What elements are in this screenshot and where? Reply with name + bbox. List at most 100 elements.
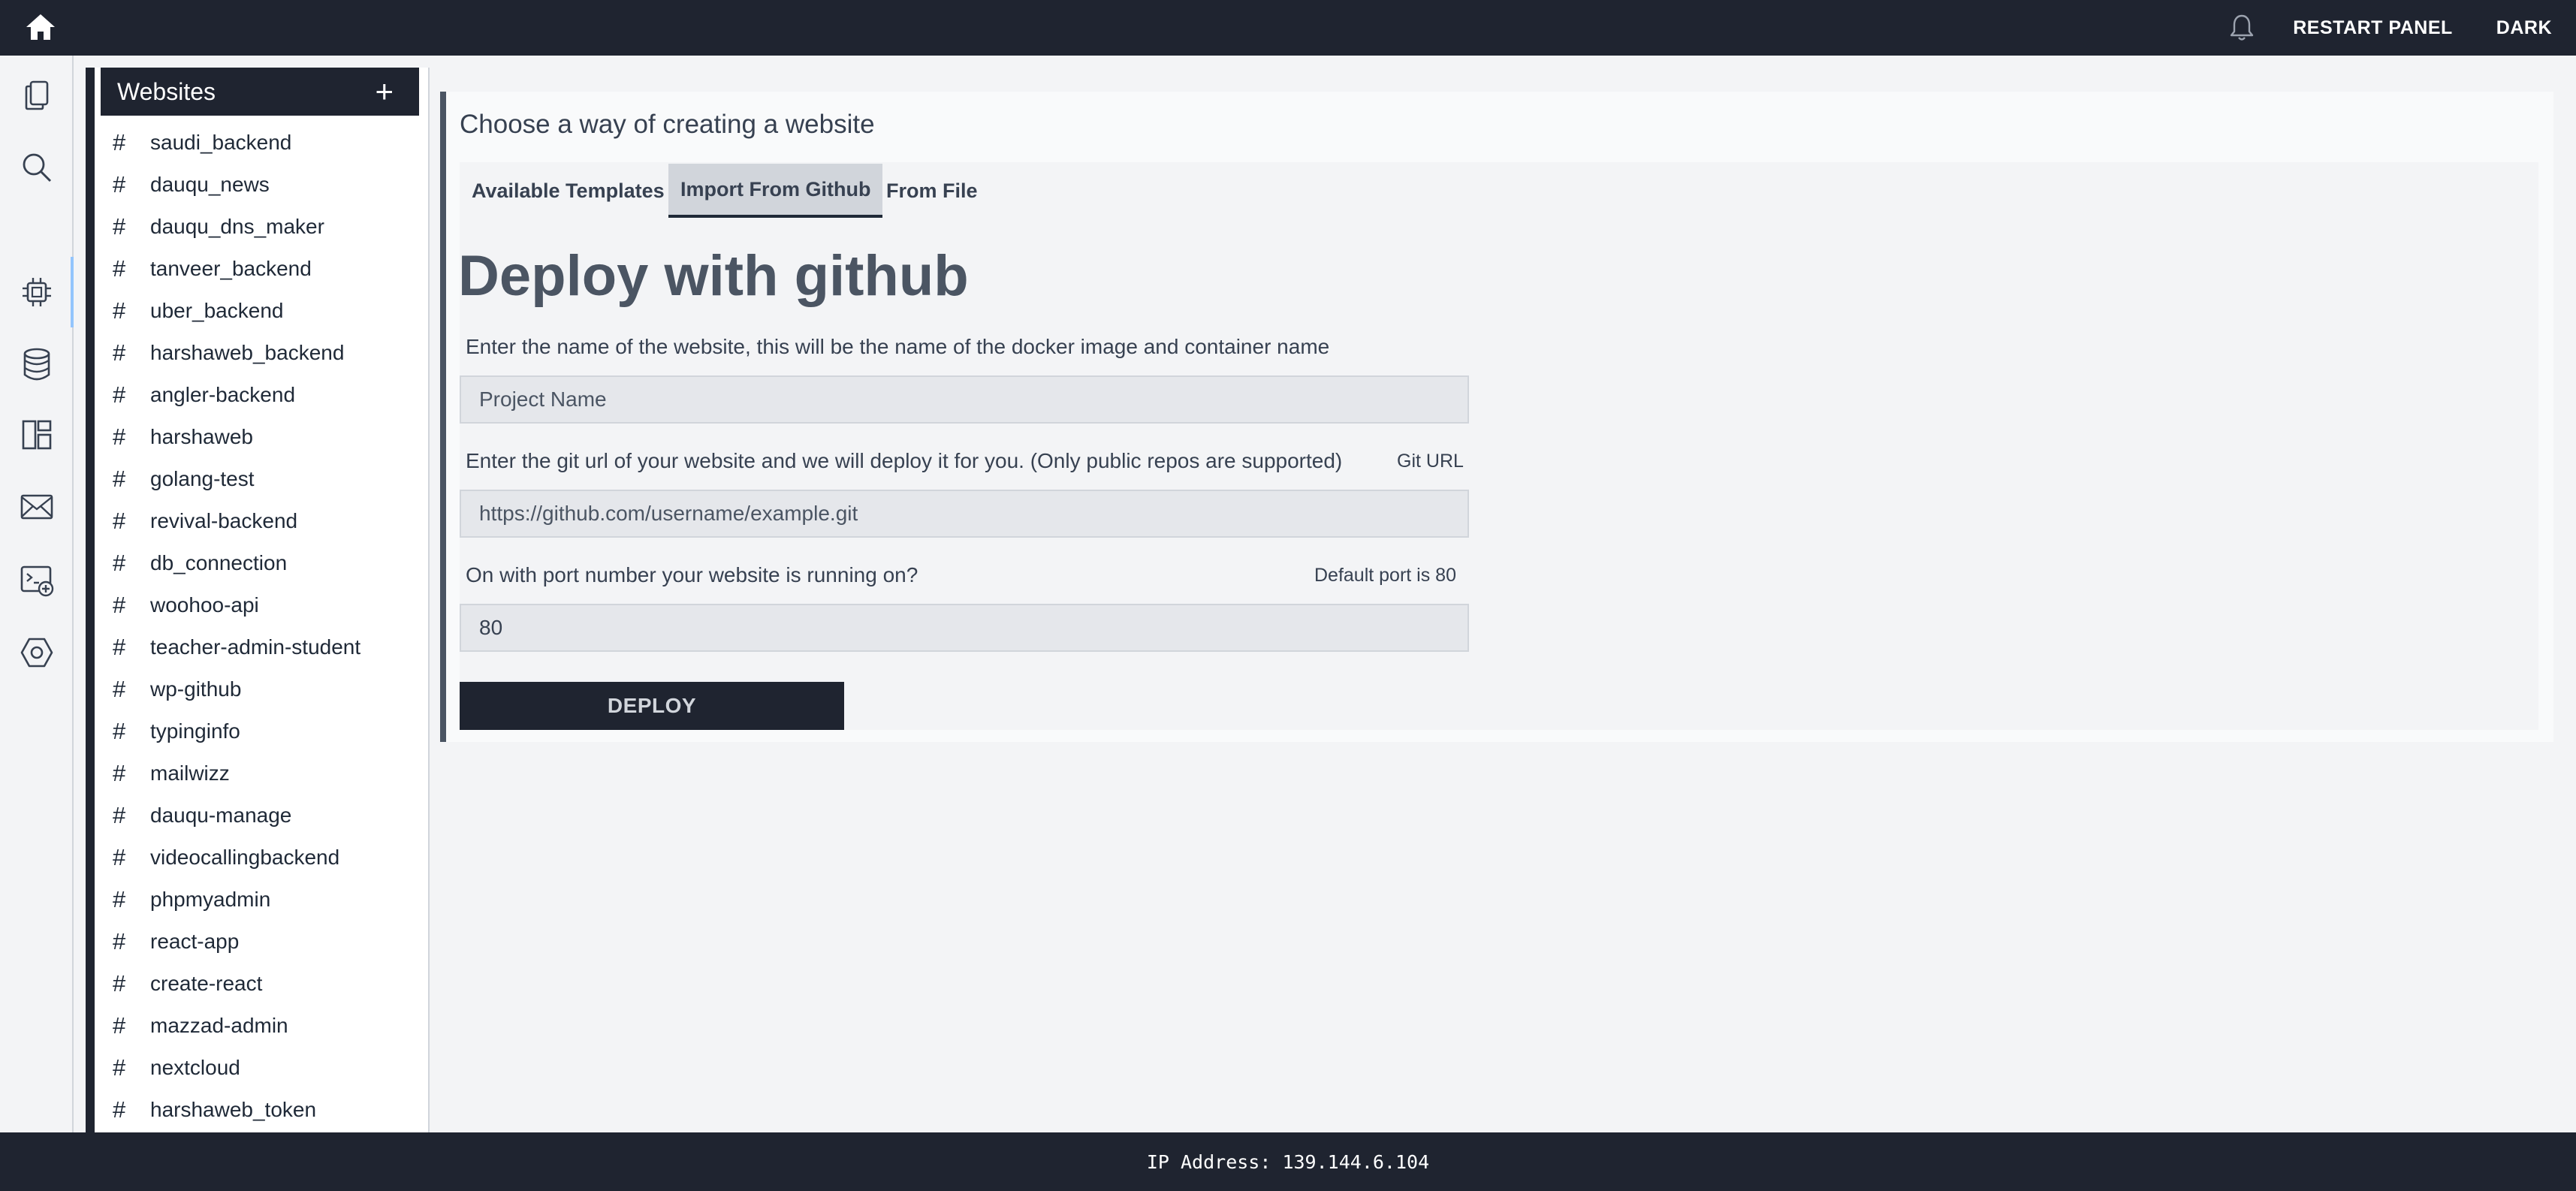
hash-icon: # <box>113 634 126 660</box>
hash-icon: # <box>113 339 126 366</box>
hash-icon: # <box>113 886 126 912</box>
hash-icon: # <box>113 970 126 997</box>
website-name: teacher-admin-student <box>150 635 361 659</box>
hash-icon: # <box>113 424 126 450</box>
website-list-item[interactable]: # golang-test <box>113 458 421 500</box>
hash-icon: # <box>113 466 126 492</box>
hash-icon: # <box>113 592 126 618</box>
search-icon[interactable] <box>17 147 57 188</box>
website-list-item[interactable]: # wp-github <box>113 668 421 710</box>
website-list-item[interactable]: # harshaweb_token <box>113 1089 421 1131</box>
tab-from-file[interactable]: From File <box>874 164 990 218</box>
website-name: mazzad-admin <box>150 1014 288 1037</box>
hash-icon: # <box>113 508 126 534</box>
website-list-item[interactable]: # harshaweb <box>113 416 421 458</box>
hash-icon: # <box>113 171 126 197</box>
website-name: golang-test <box>150 467 255 490</box>
website-list-item[interactable]: # woohoo-api <box>113 584 421 626</box>
deploy-button[interactable]: DEPLOY <box>460 682 844 730</box>
hash-icon: # <box>113 129 126 155</box>
website-list-item[interactable]: # typinginfo <box>113 710 421 752</box>
hash-icon: # <box>113 1054 126 1081</box>
website-list-item[interactable]: # db_connection <box>113 542 421 584</box>
hash-icon: # <box>113 718 126 744</box>
default-port-hint: Default port is 80 <box>1314 565 1456 586</box>
hash-icon: # <box>113 844 126 870</box>
ip-address-text: IP Address: 139.144.6.104 <box>1146 1150 1430 1173</box>
website-list-item[interactable]: # nextcloud <box>113 1047 421 1089</box>
website-name: harshaweb_token <box>150 1098 317 1121</box>
hash-icon: # <box>113 297 126 324</box>
tab-available-templates[interactable]: Available Templates <box>460 164 677 218</box>
hash-icon: # <box>113 213 126 240</box>
website-list-item[interactable]: # mailwizz <box>113 752 421 795</box>
hash-icon: # <box>113 550 126 576</box>
website-list-item[interactable]: # revival-backend <box>113 500 421 542</box>
website-name: revival-backend <box>150 509 298 532</box>
website-list-item[interactable]: # harshaweb_backend <box>113 332 421 374</box>
bell-icon[interactable] <box>2228 13 2255 43</box>
hash-icon: # <box>113 760 126 786</box>
website-name: phpmyadmin <box>150 888 271 911</box>
restart-panel-button[interactable]: RESTART PANEL <box>2293 17 2453 39</box>
website-name: create-react <box>150 972 263 995</box>
website-name: nextcloud <box>150 1056 240 1079</box>
database-icon[interactable] <box>17 344 57 384</box>
website-list-item[interactable]: # dauqu_dns_maker <box>113 206 421 248</box>
hash-icon: # <box>113 928 126 954</box>
theme-toggle-button[interactable]: DARK <box>2496 17 2552 39</box>
project-name-input[interactable] <box>460 375 1469 424</box>
settings-hex-icon[interactable] <box>17 632 57 673</box>
documents-icon[interactable] <box>17 75 57 116</box>
git-url-hint: Git URL <box>1397 451 1464 472</box>
website-name: db_connection <box>150 551 288 574</box>
website-list-item[interactable]: # saudi_backend <box>113 122 421 164</box>
website-list-item[interactable]: # dauqu_news <box>113 164 421 206</box>
website-list-item[interactable]: # angler-backend <box>113 374 421 416</box>
rail-active-marker <box>71 257 74 327</box>
hash-icon: # <box>113 676 126 702</box>
git-url-input[interactable] <box>460 490 1469 538</box>
website-name: react-app <box>150 930 240 953</box>
chip-icon[interactable] <box>17 272 57 312</box>
port-label: On with port number your website is runn… <box>466 563 918 586</box>
website-name: dauqu_dns_maker <box>150 215 324 238</box>
website-name: harshaweb_backend <box>150 341 345 364</box>
layout-icon[interactable] <box>17 415 57 455</box>
page-title: Choose a way of creating a website <box>460 110 875 139</box>
website-name: typinginfo <box>150 719 240 743</box>
website-name-label: Enter the name of the website, this will… <box>466 335 1330 358</box>
hash-icon: # <box>113 255 126 282</box>
website-list-item[interactable]: # tanveer_backend <box>113 248 421 290</box>
hash-icon: # <box>113 1012 126 1039</box>
websites-title: Websites <box>117 77 216 105</box>
website-name: dauqu-manage <box>150 804 292 827</box>
terminal-add-icon[interactable] <box>17 560 57 601</box>
website-name: wp-github <box>150 677 242 701</box>
website-list-item[interactable]: # videocallingbackend <box>113 837 421 879</box>
website-name: angler-backend <box>150 383 296 406</box>
hash-icon: # <box>113 381 126 408</box>
website-list-item[interactable]: # teacher-admin-student <box>113 626 421 668</box>
home-icon[interactable] <box>24 12 57 42</box>
website-name: videocallingbackend <box>150 846 340 869</box>
mail-icon[interactable] <box>17 487 57 527</box>
add-website-button[interactable]: + <box>375 76 394 107</box>
website-name: woohoo-api <box>150 593 259 617</box>
footer-bar: IP Address: 139.144.6.104 <box>0 1132 2576 1191</box>
website-list-item[interactable]: # phpmyadmin <box>113 879 421 921</box>
tab-import-from-github[interactable]: Import From Github <box>668 164 883 218</box>
website-list-item[interactable]: # create-react <box>113 963 421 1005</box>
website-list-item[interactable]: # mazzad-admin <box>113 1005 421 1047</box>
website-list-item[interactable]: # uber_backend <box>113 290 421 332</box>
top-bar-actions: RESTART PANEL DARK <box>2228 0 2576 56</box>
top-bar: RESTART PANEL DARK <box>0 0 2576 56</box>
website-name: mailwizz <box>150 761 230 785</box>
websites-sidebar-header: Websites + <box>101 68 419 116</box>
website-name: dauqu_news <box>150 173 270 196</box>
website-name: saudi_backend <box>150 131 292 154</box>
deploy-heading: Deploy with github <box>458 244 969 308</box>
website-list-item[interactable]: # react-app <box>113 921 421 963</box>
website-list-item[interactable]: # dauqu-manage <box>113 795 421 837</box>
port-input[interactable] <box>460 604 1469 652</box>
